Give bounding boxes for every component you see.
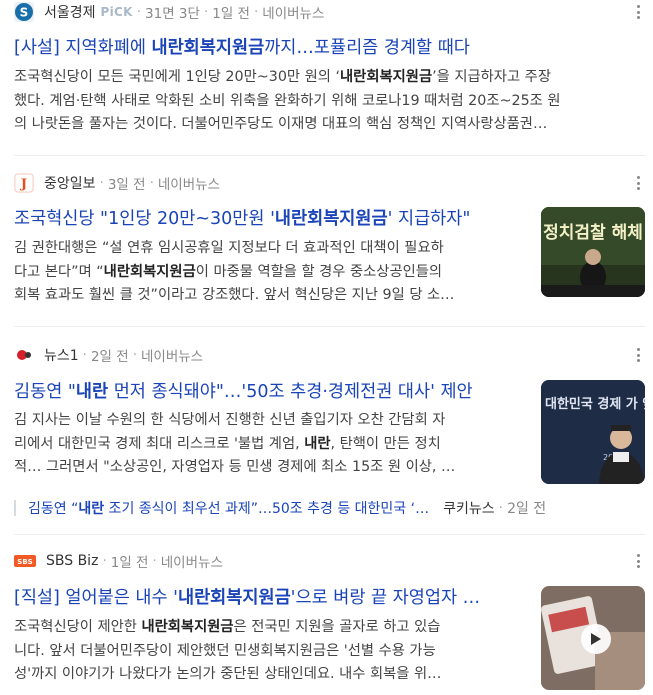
published-time: 1일 전 bbox=[110, 555, 149, 571]
related-article: 김동연 “내란 조기 종식이 최우선 과제”…50조 추경 등 대한민국 ‘… … bbox=[14, 496, 546, 520]
more-options-icon[interactable] bbox=[631, 3, 645, 21]
joongang-logo-icon[interactable]: J bbox=[14, 173, 34, 193]
divider bbox=[14, 326, 645, 327]
article-title[interactable]: 김동연 "내란 먼저 종식돼야"…'50조 추경·경제전권 대사' 제안 bbox=[14, 380, 529, 404]
svg-text:S: S bbox=[20, 6, 29, 20]
sbs-biz-logo-icon[interactable]: SBS bbox=[14, 551, 36, 571]
article-snippet[interactable]: 김 권한대행은 “설 연휴 임시공휴일 지정보다 더 효과적인 대책이 필요하 … bbox=[14, 237, 529, 308]
article-snippet[interactable]: 조국혁신당이 제안한 내란회복지원금은 전국민 지원을 골자로 하고 있습 니다… bbox=[14, 616, 529, 687]
thumbnail-text: 대한민국 경제 가 앞장섭니다 bbox=[545, 396, 645, 412]
highlight-keyword: 내란회복지원금 bbox=[177, 588, 291, 608]
naver-news-link[interactable]: 네이버뉴스 bbox=[158, 173, 220, 193]
article-snippet[interactable]: 김 지사는 이날 수원의 한 식당에서 진행한 신년 출입기자 오찬 간담회 자… bbox=[14, 409, 529, 480]
highlight-keyword: 내란회복지원금 bbox=[151, 38, 265, 58]
page-position: 31면 3단 bbox=[145, 6, 200, 22]
more-options-icon[interactable] bbox=[631, 174, 645, 192]
svg-text:SBS: SBS bbox=[17, 558, 32, 566]
source-row: 뉴스1 · 2일 전 · 네이버뉴스 bbox=[14, 344, 203, 366]
article-title[interactable]: [사설] 지역화폐에 내란회복지원금까지…포퓰리즘 경계할 때다 bbox=[14, 36, 634, 60]
pick-badge: PiCK bbox=[100, 5, 133, 19]
svg-text:J: J bbox=[20, 177, 27, 192]
thumbnail-text: 정치검찰 해체 bbox=[543, 223, 643, 243]
published-time: 3일 전 bbox=[107, 177, 146, 193]
article-thumbnail[interactable]: 정치검찰 해체 bbox=[541, 207, 645, 297]
highlight-keyword: 내란회복지원금 bbox=[274, 209, 388, 229]
video-thumbnail[interactable] bbox=[541, 586, 645, 690]
highlight-keyword: 내란 bbox=[75, 382, 109, 402]
press-name[interactable]: 서울경제 bbox=[44, 2, 96, 22]
related-press-name[interactable]: 쿠키뉴스 bbox=[443, 498, 495, 518]
divider bbox=[14, 534, 645, 535]
article-thumbnail[interactable]: 대한민국 경제 가 앞장섭니다 2025 bbox=[541, 380, 645, 484]
source-row: J 중앙일보 · 3일 전 · 네이버뉴스 bbox=[14, 172, 220, 194]
press-name[interactable]: 중앙일보 bbox=[44, 173, 96, 193]
news-search-results: S 서울경제 PiCK · 31면 3단 · 1일 전 · 네이버뉴스 [사설]… bbox=[0, 0, 653, 695]
source-row: SBS SBS Biz · 1일 전 · 네이버뉴스 bbox=[14, 550, 223, 572]
news1-logo-icon[interactable] bbox=[14, 345, 34, 365]
related-article-title[interactable]: 김동연 “내란 조기 종식이 최우선 과제”…50조 추경 등 대한민국 ‘… bbox=[28, 498, 429, 518]
article-title[interactable]: [직설] 얼어붙은 내수 '내란회복지원금'으로 벼랑 끝 자영업자 … bbox=[14, 586, 529, 610]
published-time: 1일 전 bbox=[212, 6, 250, 22]
more-options-icon[interactable] bbox=[631, 552, 645, 570]
article-title[interactable]: 조국혁신당 "1인당 20만~30만원 '내란회복지원금' 지급하자" bbox=[14, 207, 529, 231]
published-time: 2일 전 bbox=[90, 349, 129, 365]
naver-news-link[interactable]: 네이버뉴스 bbox=[262, 2, 324, 22]
article-snippet[interactable]: 조국혁신당이 모든 국민에게 1인당 20만~30만 원의 ‘내란회복지원금’을… bbox=[14, 66, 644, 137]
divider bbox=[14, 155, 645, 156]
naver-news-link[interactable]: 네이버뉴스 bbox=[161, 551, 223, 571]
play-icon[interactable] bbox=[581, 624, 611, 654]
related-published-time: 2일 전 bbox=[507, 501, 547, 517]
press-name[interactable]: SBS Biz bbox=[46, 553, 98, 569]
naver-news-link[interactable]: 네이버뉴스 bbox=[141, 345, 203, 365]
more-options-icon[interactable] bbox=[631, 346, 645, 364]
source-row: S 서울경제 PiCK · 31면 3단 · 1일 전 · 네이버뉴스 bbox=[14, 1, 324, 23]
press-name[interactable]: 뉴스1 bbox=[44, 345, 79, 365]
seoul-economy-logo-icon[interactable]: S bbox=[14, 2, 34, 22]
